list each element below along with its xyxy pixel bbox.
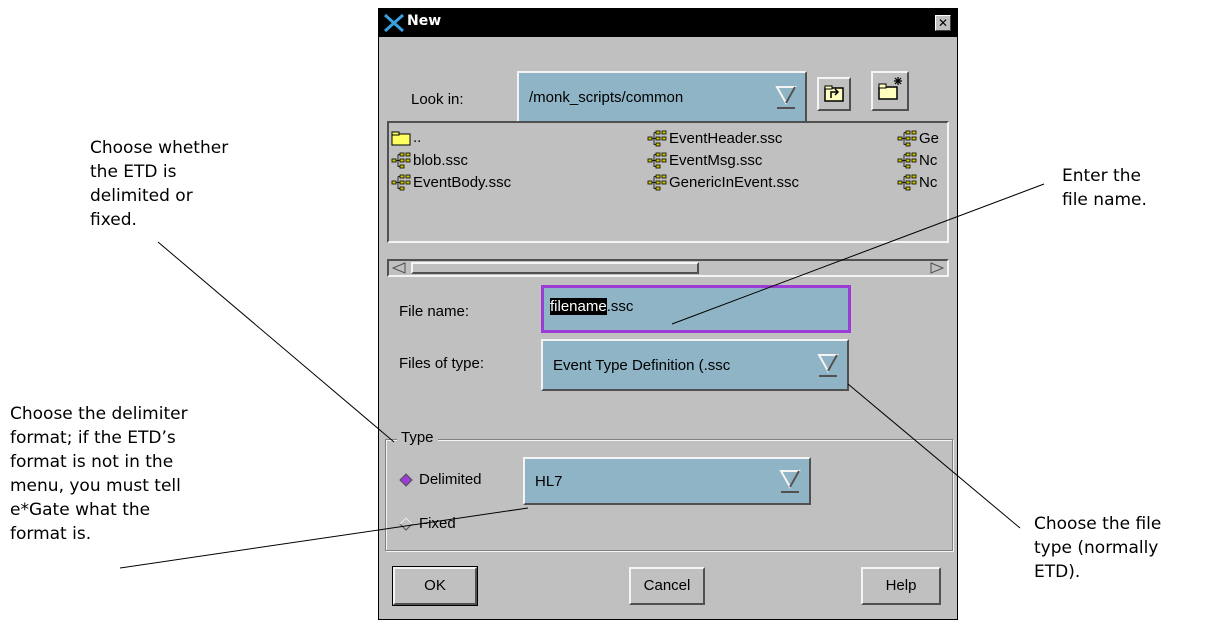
callout-line: the ETD is xyxy=(90,162,177,182)
file-name-label: File name: xyxy=(399,303,470,320)
look-in-value: /monk_scripts/common xyxy=(529,89,684,106)
file-name-text: filename.ssc xyxy=(550,298,633,315)
scroll-left-icon[interactable] xyxy=(391,262,407,274)
chevron-down-icon xyxy=(817,354,839,377)
callout-line: Choose whether xyxy=(90,138,229,158)
new-file-dialog: New ✕ Look in: /monk_scripts/common .. b… xyxy=(378,8,958,620)
files-of-type-dropdown[interactable]: Event Type Definition (.ssc xyxy=(541,339,849,391)
list-item[interactable]: EventHeader.ssc xyxy=(647,129,782,147)
file-list[interactable]: .. blob.ssc EventBody.ssc EventHeader.ss… xyxy=(387,121,949,243)
chevron-down-icon xyxy=(775,86,797,109)
file-name: GenericInEvent.ssc xyxy=(669,173,800,191)
fixed-radio[interactable]: Fixed xyxy=(399,515,456,532)
file-name: EventBody.ssc xyxy=(413,173,512,191)
callout-line: delimited or xyxy=(90,186,193,206)
look-in-dropdown[interactable]: /monk_scripts/common xyxy=(517,71,807,125)
callout-line: format; if the ETD’s xyxy=(10,428,176,448)
callout-line: format is not in the xyxy=(10,452,174,472)
list-item[interactable]: Nc xyxy=(897,173,937,191)
look-in-label: Look in: xyxy=(411,91,464,108)
callout-line: type (normally xyxy=(1034,538,1159,558)
scrollbar-thumb[interactable] xyxy=(411,262,699,274)
file-name: .. xyxy=(413,129,422,146)
file-name: blob.ssc xyxy=(413,151,469,169)
folder-icon xyxy=(391,131,411,145)
close-icon: ✕ xyxy=(937,16,949,30)
up-folder-icon xyxy=(824,85,844,102)
chevron-down-icon xyxy=(779,470,801,493)
file-name-input[interactable]: filename.ssc xyxy=(541,285,851,333)
etd-file-icon xyxy=(647,174,667,191)
delimiter-dropdown[interactable]: HL7 xyxy=(523,457,811,505)
new-folder-icon xyxy=(878,77,902,100)
help-button[interactable]: Help xyxy=(861,567,941,605)
dialog-title: New xyxy=(407,13,442,29)
callout-line: menu, you must tell xyxy=(10,476,181,496)
file-name: Nc xyxy=(919,151,938,169)
horizontal-scrollbar[interactable] xyxy=(387,259,949,277)
callout-line: Choose the file xyxy=(1034,514,1162,534)
file-extension: .ssc xyxy=(606,298,634,315)
callout-line: format is. xyxy=(10,524,92,544)
etd-file-icon xyxy=(391,174,411,191)
app-logo-icon xyxy=(384,13,404,33)
callout-line: Choose the delimiter xyxy=(10,404,188,424)
selected-text: filename xyxy=(550,298,607,315)
delimiter-value: HL7 xyxy=(535,473,563,490)
callout-file-type: Choose the file type (normally ETD). xyxy=(1034,512,1161,584)
radio-unselected-icon xyxy=(399,516,413,531)
type-group-label: Type xyxy=(397,429,438,446)
up-folder-button[interactable] xyxy=(817,77,851,111)
etd-file-icon xyxy=(647,130,667,147)
list-item[interactable]: Nc xyxy=(897,151,937,169)
ok-button[interactable]: OK xyxy=(392,566,478,606)
list-item[interactable]: EventMsg.ssc xyxy=(647,151,762,169)
title-bar[interactable]: New ✕ xyxy=(379,9,957,37)
callout-line: fixed. xyxy=(90,210,137,230)
list-item[interactable]: blob.ssc xyxy=(391,151,468,169)
fixed-label: Fixed xyxy=(419,515,456,532)
callout-line: ETD). xyxy=(1034,562,1081,582)
callout-line: e*Gate what the xyxy=(10,500,151,520)
list-item[interactable]: GenericInEvent.ssc xyxy=(647,173,799,191)
delimited-label: Delimited xyxy=(419,471,482,488)
callout-delimiter-format: Choose the delimiter format; if the ETD’… xyxy=(10,402,188,546)
leader-line xyxy=(157,241,395,443)
etd-file-icon xyxy=(897,174,917,191)
close-button[interactable]: ✕ xyxy=(935,15,951,31)
etd-file-icon xyxy=(897,130,917,147)
files-of-type-label: Files of type: xyxy=(399,355,485,372)
list-item[interactable]: EventBody.ssc xyxy=(391,173,511,191)
etd-file-icon xyxy=(897,152,917,169)
callout-file-name: Enter the file name. xyxy=(1062,164,1147,212)
radio-selected-icon xyxy=(399,472,413,487)
file-name: Nc xyxy=(919,173,938,191)
file-name: EventHeader.ssc xyxy=(669,129,783,147)
etd-file-icon xyxy=(391,152,411,169)
cancel-button[interactable]: Cancel xyxy=(629,567,705,605)
callout-line: file name. xyxy=(1062,190,1147,210)
delimited-radio[interactable]: Delimited xyxy=(399,471,482,488)
files-of-type-value: Event Type Definition (.ssc xyxy=(553,357,731,374)
file-name: EventMsg.ssc xyxy=(669,151,763,169)
file-name: Ge xyxy=(919,129,940,147)
list-item[interactable]: Ge xyxy=(897,129,939,147)
list-item[interactable]: .. xyxy=(391,129,421,146)
new-folder-button[interactable] xyxy=(871,71,909,111)
scroll-right-icon[interactable] xyxy=(929,262,945,274)
callout-line: Enter the xyxy=(1062,166,1141,186)
callout-delimited-or-fixed: Choose whether the ETD is delimited or f… xyxy=(90,136,228,232)
etd-file-icon xyxy=(647,152,667,169)
